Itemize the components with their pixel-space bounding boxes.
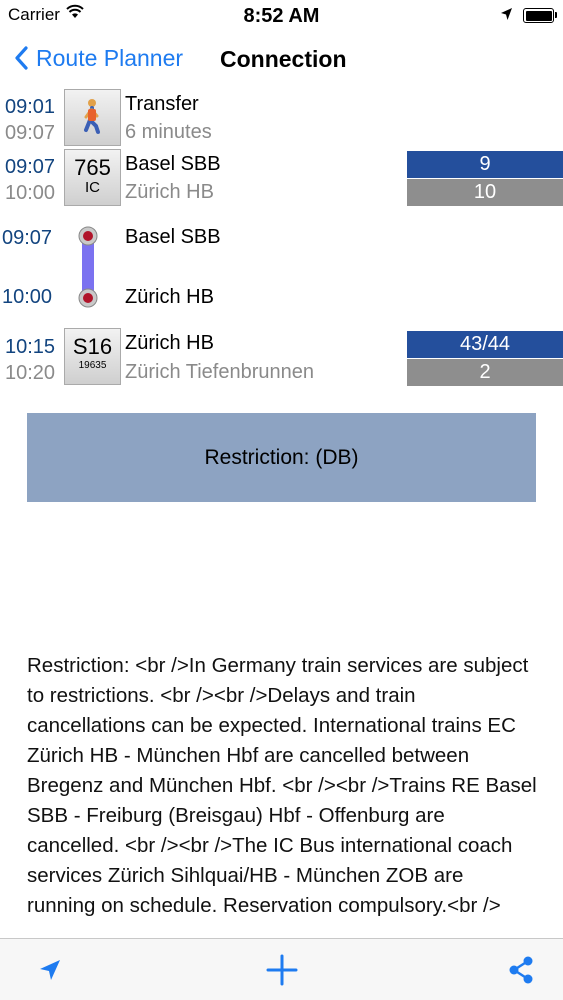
train-line-badge: S16 19635 xyxy=(64,328,121,385)
status-time: 8:52 AM xyxy=(243,5,320,27)
arrival-time: 10:00 xyxy=(2,286,53,308)
train-line-type: IC xyxy=(85,179,100,196)
arrival-time: 10:00 xyxy=(5,182,56,204)
arrival-station: Zürich Tiefenbrunnen xyxy=(125,361,315,383)
departure-time: 09:01 xyxy=(5,96,56,118)
chevron-left-icon xyxy=(15,46,28,70)
departure-station: Basel SBB xyxy=(125,226,221,248)
page-title: Connection xyxy=(220,46,347,72)
departure-time: 09:07 xyxy=(5,156,56,178)
train-line-badge: 765 IC xyxy=(64,149,121,206)
departure-time: 10:15 xyxy=(5,336,56,358)
departure-time: 09:07 xyxy=(2,227,53,249)
location-services-icon xyxy=(500,6,513,26)
segment-subtitle: 6 minutes xyxy=(125,121,212,143)
location-arrow-icon xyxy=(40,960,60,980)
arrival-platform: 2 xyxy=(407,359,563,386)
back-button[interactable]: Route Planner xyxy=(14,42,183,74)
restriction-button[interactable]: Restriction: (DB) xyxy=(27,413,536,502)
back-button-label: Route Planner xyxy=(36,44,184,71)
arrival-platform: 10 xyxy=(407,179,563,206)
share-icon xyxy=(509,956,533,984)
train-line-number: S16 xyxy=(72,334,113,359)
battery-icon xyxy=(523,8,557,23)
departure-station: Zürich HB xyxy=(125,332,214,354)
departure-station: Basel SBB xyxy=(125,153,221,175)
departure-platform: 43/44 xyxy=(407,331,563,358)
arrival-station: Zürich HB xyxy=(125,181,214,203)
share-button[interactable] xyxy=(492,939,550,1000)
departure-platform: 9 xyxy=(407,151,563,178)
toolbar xyxy=(0,938,563,1000)
train-line-number: 765 xyxy=(74,155,111,180)
route-line-icon xyxy=(78,226,98,308)
navigation-bar: Route Planner Connection xyxy=(0,30,563,86)
arrival-station: Zürich HB xyxy=(125,286,214,308)
train-number: 19635 xyxy=(78,360,107,371)
add-button[interactable] xyxy=(254,939,310,1000)
plus-icon xyxy=(266,954,298,986)
arrival-time: 10:20 xyxy=(5,362,56,384)
status-bar: Carrier 8:52 AM xyxy=(0,0,563,30)
arrival-time: 09:07 xyxy=(5,122,56,144)
locate-button[interactable] xyxy=(22,939,78,1000)
segment-title: Transfer xyxy=(125,93,199,115)
restriction-text: Restriction: <br />In Germany train serv… xyxy=(27,654,537,917)
walking-person-icon xyxy=(64,89,121,146)
